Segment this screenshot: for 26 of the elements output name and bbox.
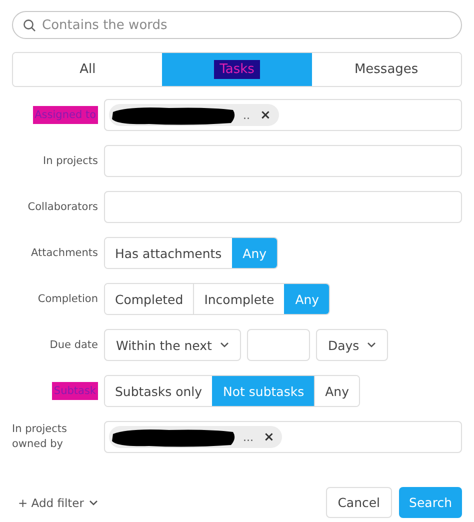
search-field[interactable]: Contains the words (12, 11, 462, 39)
filter-label: Subtask (52, 382, 98, 400)
filter-label: Collaborators (28, 201, 98, 213)
cancel-button[interactable]: Cancel (326, 487, 392, 518)
filter-label: Assigned to (32, 106, 98, 124)
filter-label: In projects owned by (12, 422, 68, 450)
filter-label: Due date (50, 339, 98, 351)
input-field[interactable] (104, 145, 462, 177)
add-filter-button[interactable]: + Add filter (12, 496, 104, 510)
unit-dropdown[interactable]: Days (316, 329, 388, 361)
range-dropdown[interactable]: Within the next (104, 329, 241, 361)
caret-icon (220, 342, 229, 348)
option-button[interactable]: Any (314, 376, 359, 406)
person-chip[interactable]: ... × (109, 426, 282, 448)
filter-label: Attachments (30, 247, 98, 259)
person-chip[interactable]: .. × (109, 104, 279, 126)
input-field[interactable] (104, 191, 462, 223)
people-field[interactable]: .. × (104, 99, 462, 131)
caret-icon (367, 342, 376, 348)
remove-button[interactable]: × (260, 108, 271, 122)
caret-icon (88, 500, 98, 506)
number-field[interactable] (246, 329, 310, 361)
filter-label: In projects (42, 155, 98, 167)
remove-button[interactable]: × (264, 430, 274, 444)
people-field[interactable]: ... × (104, 421, 462, 453)
filter-label: Completion (38, 293, 98, 305)
